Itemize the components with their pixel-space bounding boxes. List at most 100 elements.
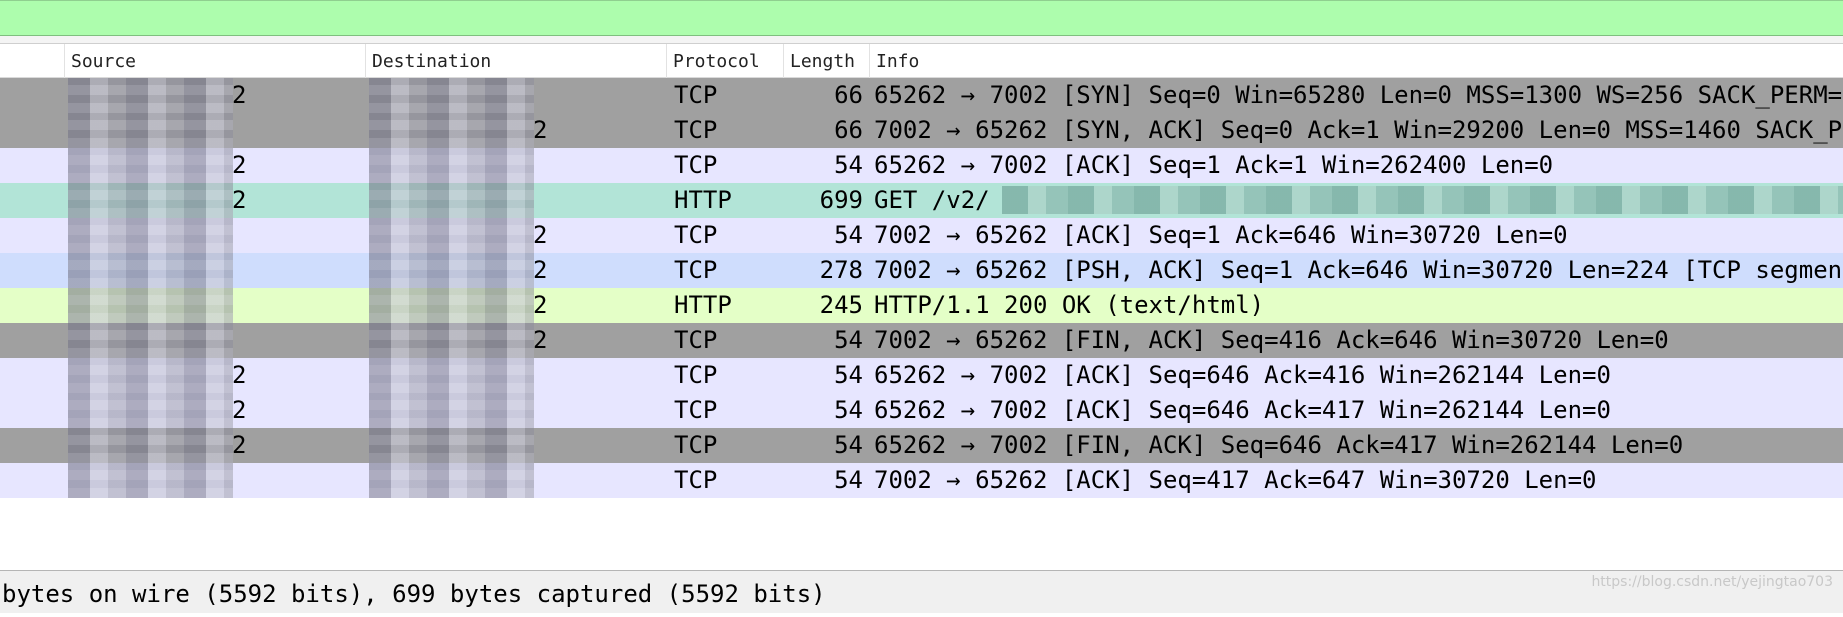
packet-info-text: 7002 → 65262 [ACK] Seq=1 Ack=646 Win=307… — [874, 221, 1568, 249]
packet-length: 54 — [834, 326, 863, 354]
packet-info-text: HTTP/1.1 200 OK (text/html) — [874, 291, 1265, 319]
packet-info: 7002 → 65262 [FIN, ACK] Seq=416 Ack=646 … — [874, 323, 1843, 358]
redacted-address — [68, 253, 233, 288]
packet-info-text: 7002 → 65262 [ACK] Seq=417 Ack=647 Win=3… — [874, 466, 1597, 494]
packet-row[interactable]: 2 TCP 54 7002 → 65262 [FIN, ACK] Seq=416 Ac… — [0, 323, 1843, 358]
redacted-address — [68, 358, 233, 393]
packet-protocol: HTTP — [674, 186, 732, 214]
packet-protocol: TCP — [674, 361, 718, 389]
packet-destination — [365, 78, 666, 113]
packet-source — [64, 288, 365, 323]
packet-row[interactable]: 2 TCP 54 7002 → 65262 [ACK] Seq=1 Ack=646 W… — [0, 218, 1843, 253]
packet-row[interactable]: 2 TCP 66 65262 → 7002 [SYN] Seq=0 Win=65280… — [0, 78, 1843, 113]
source-tail: 2 — [232, 81, 247, 109]
packet-list-header: Source Destination Protocol Length Info — [0, 44, 1843, 78]
redacted-address — [68, 323, 233, 358]
packet-length: 54 — [834, 396, 863, 424]
redacted-address — [369, 183, 534, 218]
packet-info: 65262 → 7002 [FIN, ACK] Seq=646 Ack=417 … — [874, 428, 1843, 463]
column-header-protocol[interactable]: Protocol — [666, 44, 783, 78]
redacted-address — [369, 148, 534, 183]
redacted-address — [68, 393, 233, 428]
packet-length: 66 — [834, 116, 863, 144]
source-tail: 2 — [232, 361, 247, 389]
packet-length: 245 — [819, 291, 863, 319]
packet-info-text: 65262 → 7002 [FIN, ACK] Seq=646 Ack=417 … — [874, 431, 1684, 459]
redacted-address — [68, 183, 233, 218]
column-header-destination[interactable]: Destination — [365, 44, 666, 78]
packet-source — [64, 218, 365, 253]
column-header-length[interactable]: Length — [783, 44, 869, 78]
packet-length: 54 — [834, 466, 863, 494]
packet-source — [64, 113, 365, 148]
packet-row[interactable]: 2 HTTP 245 HTTP/1.1 200 OK (text/html) — [0, 288, 1843, 323]
destination-tail: 2 — [533, 326, 548, 354]
packet-info: 65262 → 7002 [ACK] Seq=646 Ack=416 Win=2… — [874, 358, 1843, 393]
packet-row[interactable]: 2 TCP 278 7002 → 65262 [PSH, ACK] Seq=1 Ack… — [0, 253, 1843, 288]
packet-row[interactable]: 2 TCP 54 65262 → 7002 [ACK] Seq=1 Ack=1 Win… — [0, 148, 1843, 183]
packet-info: 7002 → 65262 [ACK] Seq=1 Ack=646 Win=307… — [874, 218, 1843, 253]
packet-info-text: 65262 → 7002 [SYN] Seq=0 Win=65280 Len=0… — [874, 81, 1843, 109]
packet-source — [64, 253, 365, 288]
packet-source: 2 — [64, 393, 365, 428]
source-tail: 2 — [232, 151, 247, 179]
packet-length: 54 — [834, 151, 863, 179]
packet-list-pane[interactable]: Source Destination Protocol Length Info … — [0, 44, 1843, 568]
redacted-address — [68, 463, 233, 498]
redacted-address — [369, 393, 534, 428]
redacted-url — [1002, 186, 1843, 214]
destination-tail: 2 — [533, 291, 548, 319]
packet-destination: 2 — [365, 113, 666, 148]
redacted-address — [369, 78, 534, 113]
packet-info: 65262 → 7002 [SYN] Seq=0 Win=65280 Len=0… — [874, 78, 1843, 113]
packet-source: 2 — [64, 183, 365, 218]
redacted-address — [369, 428, 534, 463]
redacted-address — [369, 253, 534, 288]
source-tail: 2 — [232, 396, 247, 424]
packet-protocol: TCP — [674, 221, 718, 249]
packet-destination — [365, 393, 666, 428]
packet-protocol: TCP — [674, 116, 718, 144]
redacted-address — [68, 428, 233, 463]
destination-tail: 2 — [533, 221, 548, 249]
packet-source: 2 — [64, 428, 365, 463]
redacted-address — [68, 78, 233, 113]
destination-tail: 2 — [533, 116, 548, 144]
packet-row[interactable]: 2 TCP 54 65262 → 7002 [FIN, ACK] Seq=646 Ac… — [0, 428, 1843, 463]
packet-info-text: GET /v2/ — [874, 186, 990, 214]
packet-info: 7002 → 65262 [SYN, ACK] Seq=0 Ack=1 Win=… — [874, 113, 1843, 148]
redacted-address — [68, 218, 233, 253]
packet-info: 65262 → 7002 [ACK] Seq=646 Ack=417 Win=2… — [874, 393, 1843, 428]
packet-source: 2 — [64, 358, 365, 393]
column-header-no[interactable] — [0, 44, 64, 78]
packet-protocol: TCP — [674, 396, 718, 424]
packet-protocol: TCP — [674, 151, 718, 179]
pane-separator — [0, 36, 1843, 44]
packet-row[interactable]: 2 TCP 54 65262 → 7002 [ACK] Seq=646 Ack=416… — [0, 358, 1843, 393]
redacted-address — [369, 218, 534, 253]
packet-row[interactable]: 2 TCP 54 65262 → 7002 [ACK] Seq=646 Ack=417… — [0, 393, 1843, 428]
display-filter-bar[interactable] — [0, 0, 1843, 36]
packet-destination — [365, 148, 666, 183]
column-header-info[interactable]: Info — [869, 44, 1843, 78]
packet-source: 2 — [64, 148, 365, 183]
packet-row[interactable]: TCP 54 7002 → 65262 [ACK] Seq=417 Ack=647 … — [0, 463, 1843, 498]
packet-info-text: 7002 → 65262 [SYN, ACK] Seq=0 Ack=1 Win=… — [874, 116, 1843, 144]
packet-destination: 2 — [365, 218, 666, 253]
packet-destination — [365, 183, 666, 218]
packet-row[interactable]: 2 TCP 66 7002 → 65262 [SYN, ACK] Seq=0 Ack=… — [0, 113, 1843, 148]
packet-info: 65262 → 7002 [ACK] Seq=1 Ack=1 Win=26240… — [874, 148, 1843, 183]
packet-source — [64, 323, 365, 358]
packet-bytes-status: bytes on wire (5592 bits), 699 bytes cap… — [0, 570, 1843, 613]
column-header-source[interactable]: Source — [64, 44, 365, 78]
packet-info-text: 65262 → 7002 [ACK] Seq=1 Ack=1 Win=26240… — [874, 151, 1554, 179]
packet-destination: 2 — [365, 323, 666, 358]
packet-source — [64, 463, 365, 498]
packet-length: 699 — [819, 186, 863, 214]
source-tail: 2 — [232, 431, 247, 459]
packet-destination: 2 — [365, 253, 666, 288]
packet-length: 278 — [819, 256, 863, 284]
packet-row[interactable]: 2 HTTP 699 GET /v2/ — [0, 183, 1843, 218]
packet-protocol: TCP — [674, 326, 718, 354]
packet-destination — [365, 358, 666, 393]
